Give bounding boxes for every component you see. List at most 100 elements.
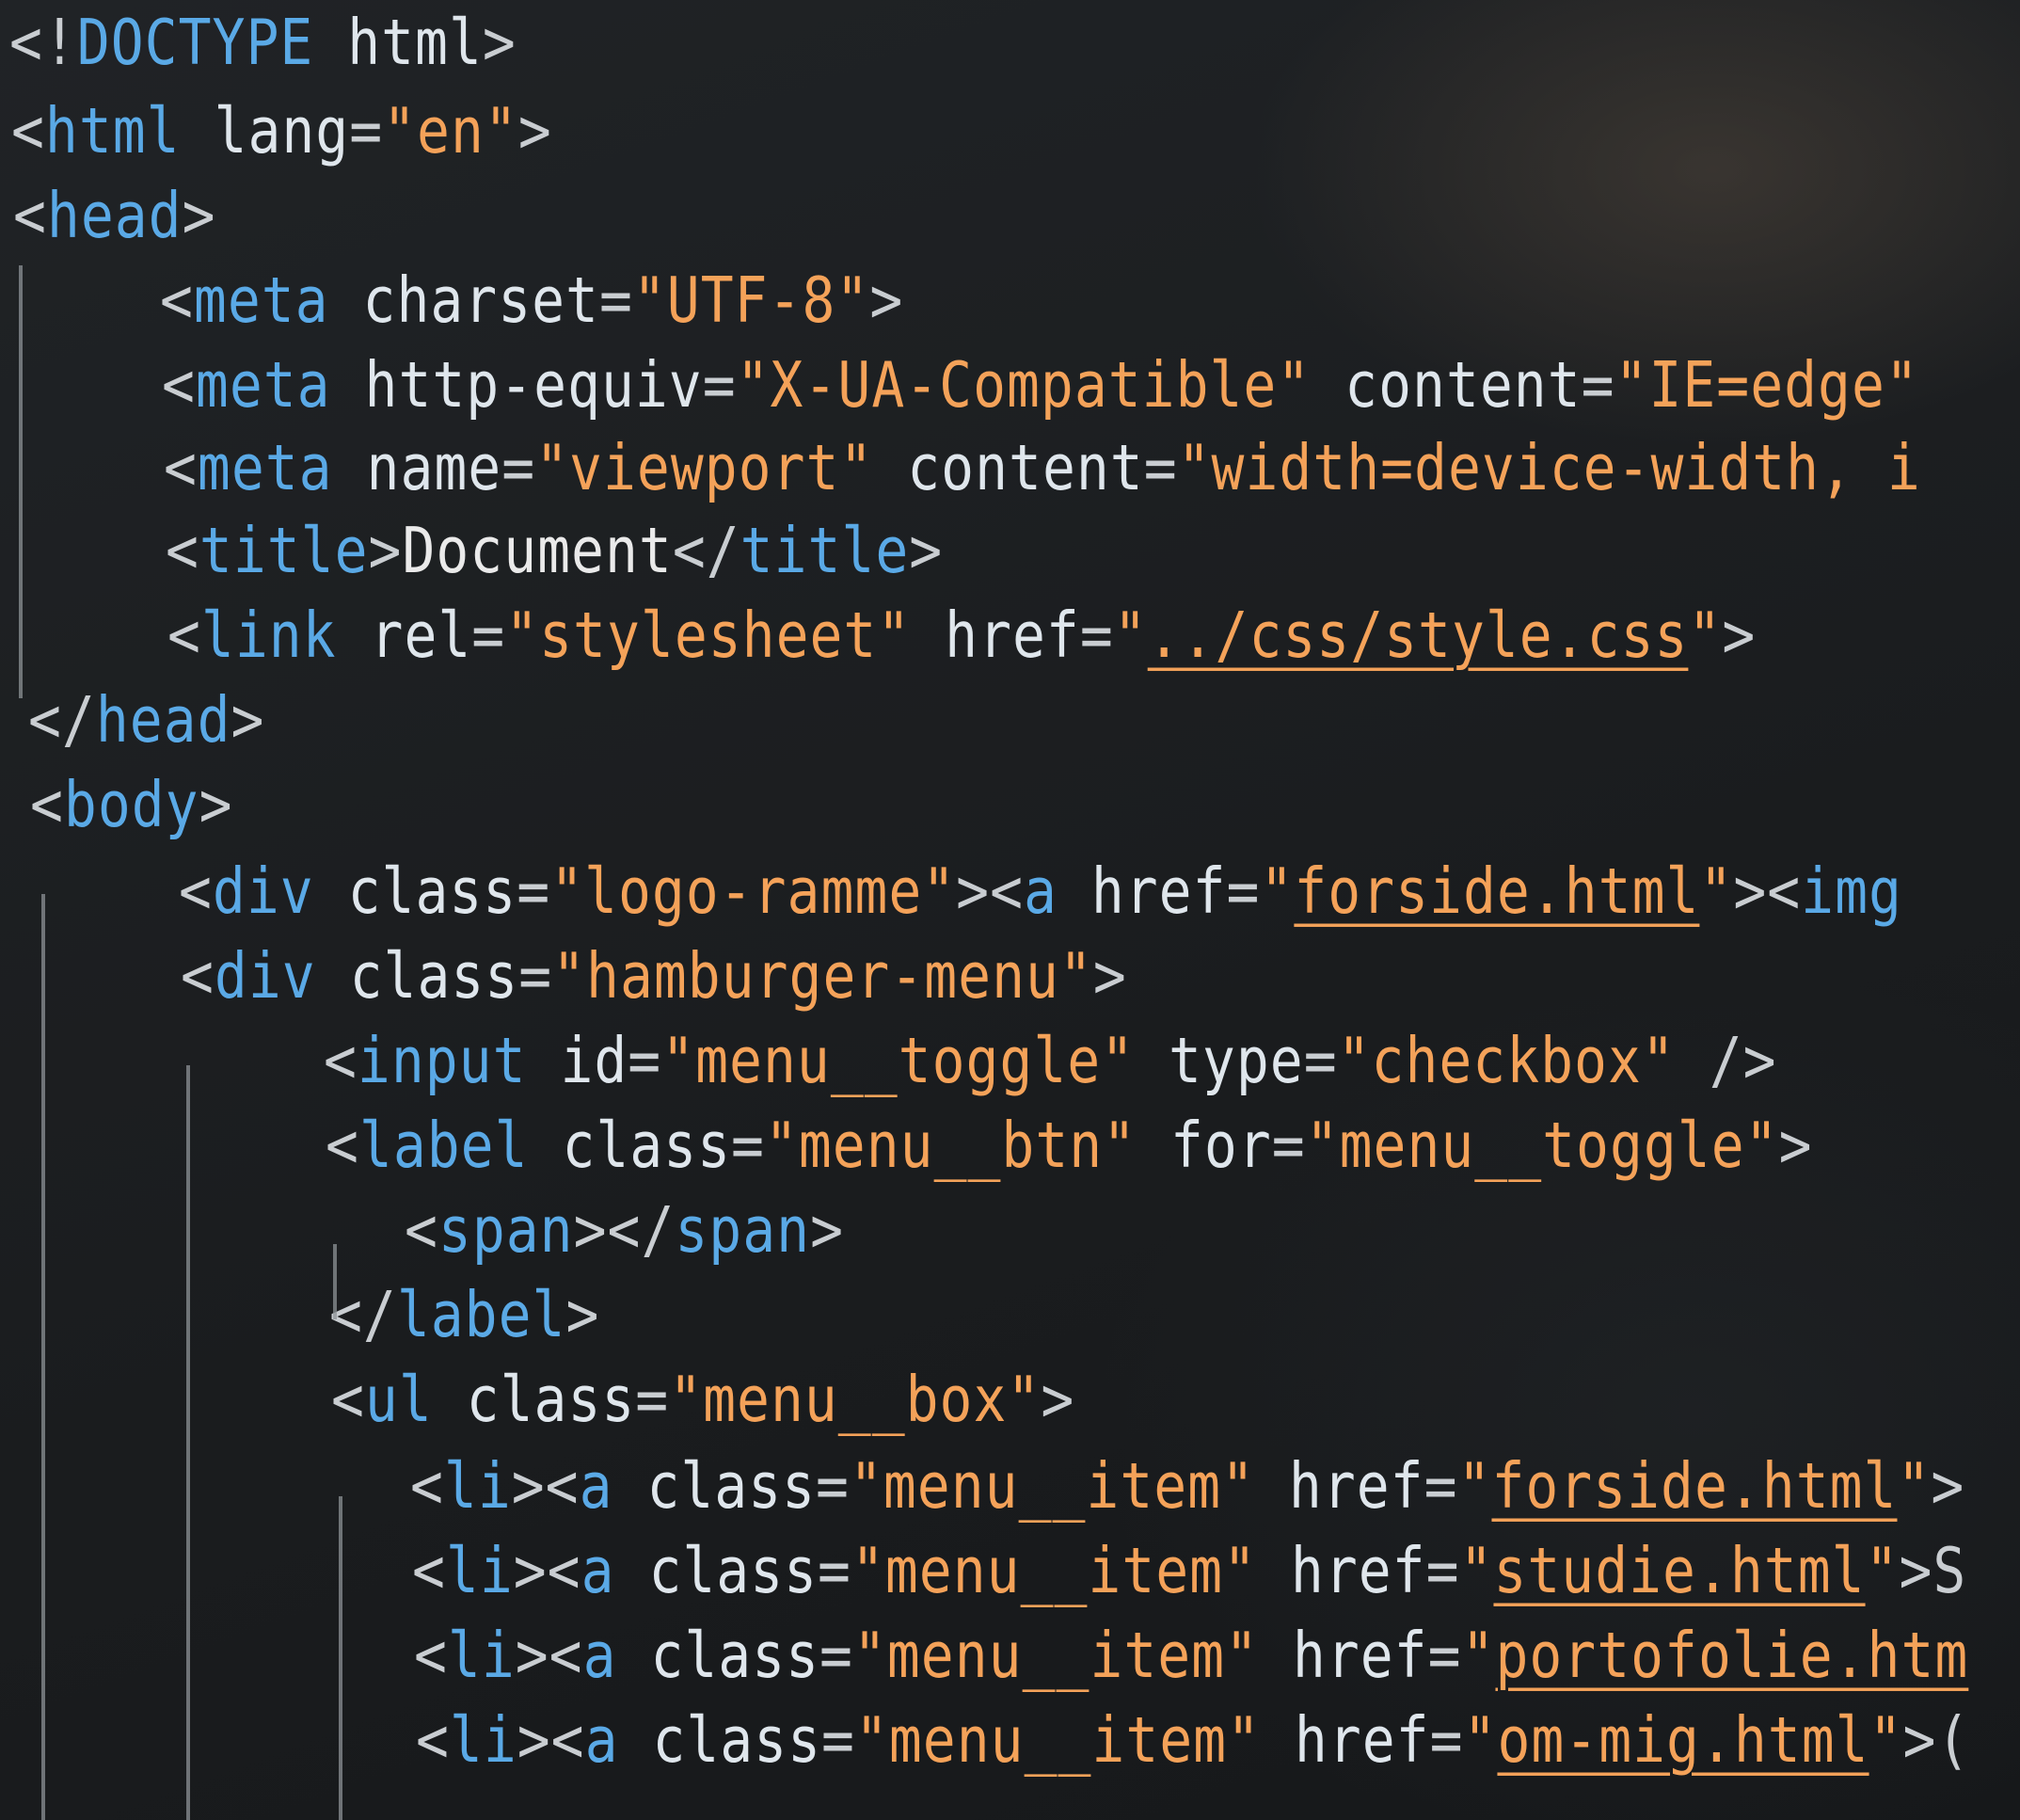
code-editor-text-area[interactable]: <!DOCTYPE html> <html lang="en"> <head> <me…	[0, 0, 2020, 1820]
code-token: "stylesheet"	[505, 598, 912, 673]
code-token: "	[1461, 1618, 1496, 1693]
code-token: =	[1303, 1023, 1338, 1098]
code-token: input	[357, 1023, 527, 1098]
code-token: =	[821, 1702, 855, 1778]
code-token: >	[1722, 598, 1757, 673]
code-token: >	[199, 767, 233, 842]
code-token: <	[11, 93, 45, 168]
code-token: "menu__item"	[852, 1618, 1259, 1693]
code-token: "checkbox"	[1337, 1023, 1676, 1098]
code-token: class	[315, 938, 519, 1014]
code-token: <	[167, 598, 201, 673]
code-line: <li><a class="menu__item" href="portofol…	[414, 1618, 1968, 1694]
code-token: >S	[1899, 1533, 1967, 1608]
code-token: "	[1699, 854, 1734, 929]
code-token: =	[1226, 854, 1261, 929]
code-token: ><	[956, 854, 1024, 929]
code-token: li	[445, 1533, 514, 1608]
code-token: a	[584, 1702, 619, 1778]
code-token: <	[414, 1618, 448, 1693]
code-token: href	[1261, 1702, 1430, 1778]
code-token: meta	[195, 347, 331, 423]
code-token: content	[873, 430, 1144, 505]
code-token: a	[579, 1448, 613, 1524]
code-token: =	[598, 263, 633, 338]
code-line: <!DOCTYPE html>	[9, 5, 517, 81]
code-line: <html lang="en">	[11, 93, 552, 169]
code-token: >	[517, 93, 552, 168]
code-token: "menu__item"	[854, 1702, 1261, 1778]
code-line: <label class="menu__btn" for="menu__togg…	[326, 1108, 1812, 1184]
code-token: class	[612, 1448, 817, 1524]
code-token: type	[1135, 1023, 1304, 1098]
code-link-token[interactable]: forside.html	[1294, 854, 1699, 928]
code-token: a	[1024, 854, 1058, 929]
code-token: =	[1425, 1533, 1460, 1608]
code-token: http-equiv	[330, 347, 703, 423]
code-line: <input id="menu__toggle" type="checkbox"…	[324, 1023, 1777, 1099]
code-token: "	[1113, 598, 1148, 673]
code-token: =	[1271, 1108, 1306, 1183]
code-token: </	[329, 1277, 397, 1352]
code-token: link	[200, 598, 337, 673]
code-token: <	[412, 1533, 446, 1608]
code-line: <head>	[13, 178, 216, 254]
code-token: "viewport"	[535, 430, 874, 505]
code-token: body	[63, 767, 199, 842]
code-token: label	[358, 1108, 529, 1183]
code-line: </label>	[329, 1277, 599, 1353]
code-token: <	[164, 430, 198, 505]
code-token: meta	[193, 263, 329, 338]
code-token: DOCTYPE	[76, 5, 314, 80]
code-token: span	[675, 1192, 811, 1268]
code-link-token[interactable]: portofolie.htm	[1495, 1619, 1968, 1692]
code-token: a	[582, 1618, 617, 1693]
code-token: "UTF-8"	[632, 263, 870, 338]
code-token: ul	[364, 1362, 433, 1437]
code-token: </	[672, 513, 740, 588]
code-line: <meta http-equiv="X-UA-Compatible" conte…	[162, 347, 1919, 423]
code-token: li	[443, 1448, 512, 1524]
code-token: <!	[9, 5, 77, 80]
code-token: "X-UA-Compatible"	[736, 347, 1312, 423]
code-token: class	[616, 1618, 820, 1693]
code-token: <	[331, 1362, 365, 1437]
code-token: "menu__item"	[851, 1533, 1257, 1608]
code-token: </	[28, 682, 96, 758]
code-token: <	[179, 854, 213, 929]
code-line: <meta charset="UTF-8">	[160, 263, 903, 339]
code-token: >	[869, 263, 904, 338]
code-token: "	[1865, 1533, 1900, 1608]
code-token: >	[182, 178, 216, 253]
code-line: <li><a class="menu__item" href="om-mig.h…	[416, 1702, 1970, 1779]
code-token: >	[1778, 1108, 1813, 1183]
code-link-token[interactable]: forside.html	[1491, 1449, 1897, 1523]
code-token: =	[471, 598, 506, 673]
code-token: <	[166, 513, 199, 588]
code-link-token[interactable]: ../css/style.css	[1148, 599, 1689, 672]
code-token: ><	[517, 1702, 585, 1778]
code-token: html	[313, 5, 483, 80]
code-line: <li><a class="menu__item" href="studie.h…	[412, 1533, 1966, 1609]
code-token: "hamburger-menu"	[552, 938, 1093, 1014]
code-token: =	[517, 854, 551, 929]
code-token: >	[1041, 1362, 1075, 1437]
code-token: ></	[573, 1192, 676, 1268]
code-token: a	[581, 1533, 615, 1608]
code-token: =	[1429, 1702, 1464, 1778]
code-line: <title>Document</title>	[166, 513, 943, 589]
code-token: =	[1427, 1618, 1462, 1693]
code-token: =	[1143, 430, 1178, 505]
code-token: "menu__toggle"	[661, 1023, 1136, 1098]
code-token: class	[432, 1362, 636, 1437]
code-token: li	[447, 1618, 516, 1693]
code-link-token[interactable]: om-mig.html	[1497, 1703, 1869, 1777]
code-token: "	[1459, 1533, 1494, 1608]
code-link-token[interactable]: studie.html	[1493, 1534, 1865, 1607]
code-token: />	[1675, 1023, 1777, 1098]
code-token: ><	[1733, 854, 1802, 929]
code-token: =	[702, 347, 737, 423]
code-token: <	[326, 1108, 359, 1183]
code-token: class	[528, 1108, 732, 1183]
code-token: >	[810, 1192, 844, 1268]
